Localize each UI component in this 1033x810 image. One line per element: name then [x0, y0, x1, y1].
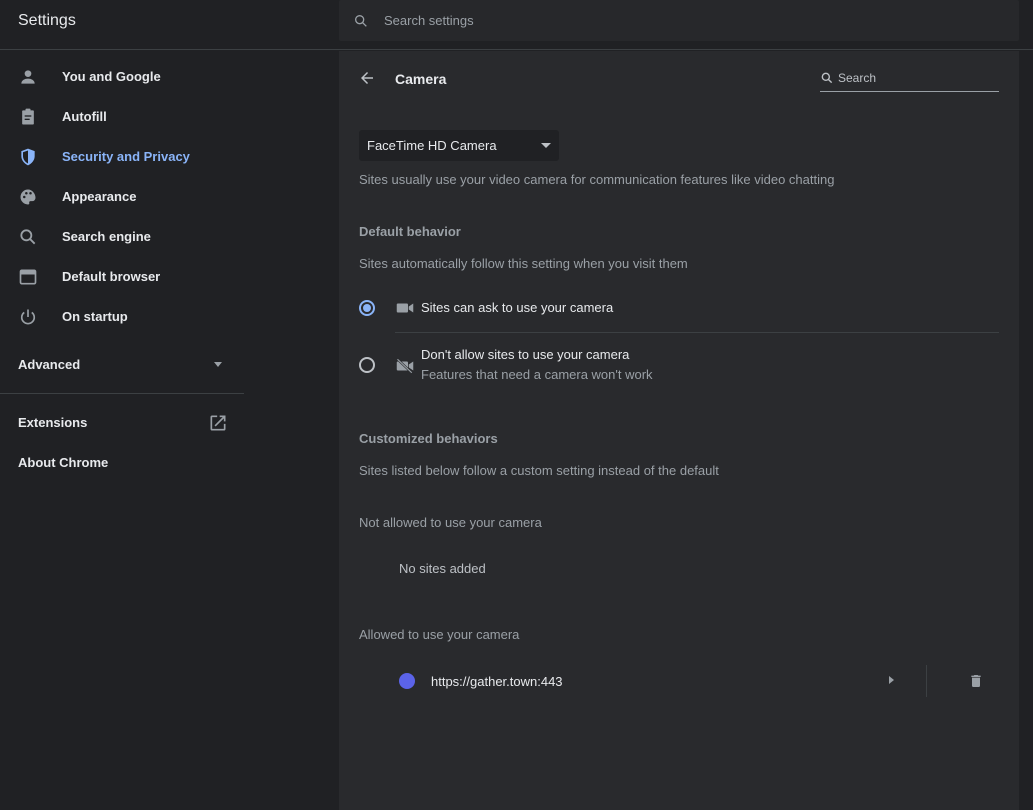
sidebar: You and Google Autofill Security and Pri… — [0, 51, 339, 810]
advanced-toggle[interactable]: Advanced — [18, 357, 224, 372]
sidebar-item-search-engine[interactable]: Search engine — [0, 217, 339, 257]
sidebar-item-label: Search engine — [62, 229, 151, 244]
radio-block[interactable] — [359, 357, 375, 373]
camera-select[interactable]: FaceTime HD Camera — [359, 130, 559, 161]
about-chrome-link[interactable]: About Chrome — [18, 455, 108, 470]
sidebar-divider — [0, 393, 244, 394]
camera-settings-panel: Camera Search FaceTime HD Camera Sites u… — [339, 51, 1019, 810]
open-in-new-icon[interactable] — [208, 413, 228, 433]
customized-behaviors-header: Customized behaviors — [359, 431, 498, 446]
sidebar-item-autofill[interactable]: Autofill — [0, 97, 339, 137]
shield-icon — [21, 148, 35, 166]
option-allow-ask-label[interactable]: Sites can ask to use your camera — [421, 300, 613, 315]
camera-off-icon — [396, 358, 414, 374]
search-icon — [20, 229, 36, 245]
option-divider — [395, 332, 999, 333]
search-settings-input[interactable]: Search settings — [339, 0, 1019, 41]
customized-behaviors-description: Sites listed below follow a custom setti… — [359, 463, 719, 478]
not-allowed-header: Not allowed to use your camera — [359, 515, 542, 530]
sidebar-item-on-startup[interactable]: On startup — [0, 297, 339, 337]
search-placeholder: Search — [838, 71, 877, 85]
app-title: Settings — [18, 12, 76, 29]
chevron-down-icon[interactable] — [214, 362, 222, 367]
default-behavior-description: Sites automatically follow this setting … — [359, 256, 688, 271]
top-bar: Settings Search settings — [0, 0, 1033, 50]
search-icon — [821, 72, 833, 84]
no-sites-text: No sites added — [399, 561, 486, 576]
row-separator — [926, 665, 927, 697]
allowed-header: Allowed to use your camera — [359, 627, 520, 642]
camera-select-value: FaceTime HD Camera — [367, 138, 497, 153]
sidebar-item-label: You and Google — [62, 69, 161, 84]
chevron-down-icon — [541, 143, 551, 148]
camera-description: Sites usually use your video camera for … — [359, 172, 835, 187]
trash-icon[interactable] — [968, 672, 984, 690]
clipboard-icon — [22, 108, 34, 125]
chevron-right-icon[interactable] — [889, 676, 894, 684]
site-search-input[interactable]: Search — [820, 66, 999, 92]
sidebar-item-label: Autofill — [62, 109, 107, 124]
option-block-sublabel: Features that need a camera won't work — [421, 367, 653, 382]
extensions-link[interactable]: Extensions — [18, 415, 87, 430]
power-icon — [20, 309, 36, 325]
sidebar-item-appearance[interactable]: Appearance — [0, 177, 339, 217]
back-arrow-icon[interactable] — [358, 69, 376, 87]
search-icon — [355, 14, 367, 27]
default-behavior-header: Default behavior — [359, 224, 461, 239]
sidebar-item-you-and-google[interactable]: You and Google — [0, 57, 339, 97]
camera-icon — [396, 303, 414, 313]
site-favicon — [399, 673, 415, 689]
sidebar-item-label: Default browser — [62, 269, 161, 284]
browser-window-icon — [19, 269, 37, 285]
search-placeholder: Search settings — [384, 13, 474, 28]
site-url[interactable]: https://gather.town:443 — [431, 674, 563, 689]
sidebar-item-label: Appearance — [62, 189, 137, 204]
page-title: Camera — [395, 71, 447, 87]
radio-allow-ask[interactable] — [359, 300, 375, 316]
sidebar-item-security-and-privacy[interactable]: Security and Privacy — [0, 137, 339, 177]
palette-icon — [20, 189, 36, 205]
option-block-label[interactable]: Don't allow sites to use your camera — [421, 347, 629, 362]
sidebar-item-label: Security and Privacy — [62, 149, 190, 164]
sidebar-item-default-browser[interactable]: Default browser — [0, 257, 339, 297]
allowed-site-row[interactable]: https://gather.town:443 — [359, 661, 999, 701]
person-icon — [21, 70, 35, 84]
sidebar-item-label: On startup — [62, 309, 128, 324]
